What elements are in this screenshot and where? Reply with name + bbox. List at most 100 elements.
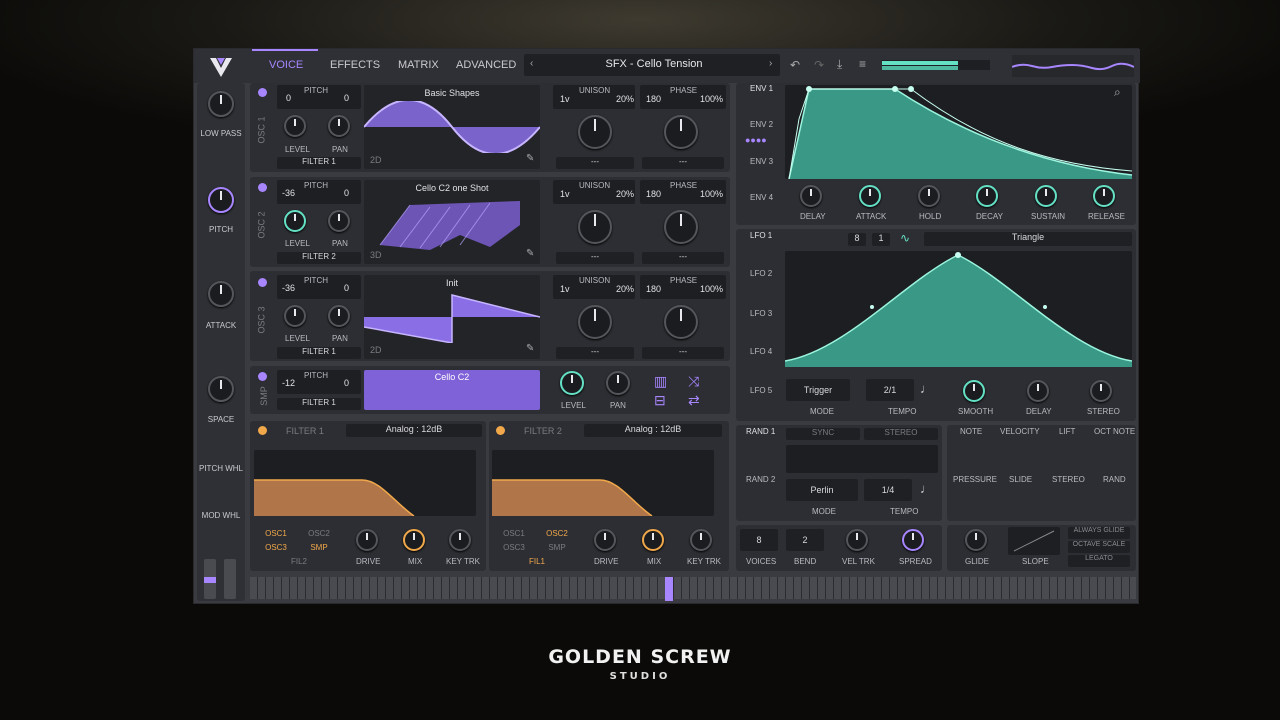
mod-src-stereo[interactable]: STEREO [1052,475,1085,484]
macro-knob-1[interactable] [208,91,234,117]
lfo-delay-knob[interactable] [1027,380,1049,402]
lfo-grid-x[interactable]: 8 [848,233,866,246]
logo-icon[interactable] [208,55,234,79]
osc3-pan-knob[interactable] [328,305,350,327]
filter1-type-selector[interactable]: Analog : 12dB [346,424,482,437]
osc1-phase-value[interactable]: 180 [646,94,661,104]
smp-keytrack-icon[interactable]: ▥ [654,373,667,390]
voices-value[interactable]: 8 [740,529,778,551]
lfo-stereo-knob[interactable] [1090,380,1112,402]
env-zoom-icon[interactable]: ⌕ [1114,85,1121,100]
smp-loop-icon[interactable]: ⊟ [654,392,666,409]
osc2-unison-knob[interactable] [578,210,612,244]
rand-note-icon[interactable]: ♩ [920,481,933,496]
osc3-edit-icon[interactable]: ✎ [526,343,534,354]
filter1-drive-knob[interactable] [356,529,378,551]
preset-prev-icon[interactable]: ‹ [530,58,533,69]
mod-src-oct-note[interactable]: OCT NOTE [1094,427,1135,436]
osc2-unison-mode[interactable]: --- [556,252,634,264]
env-release-knob[interactable] [1093,185,1115,207]
macro-label-3[interactable]: ATTACK [198,321,244,330]
mod-src-slide[interactable]: SLIDE [1009,475,1032,484]
filter1-mix-knob[interactable] [403,529,425,551]
env-decay-knob[interactable] [976,185,998,207]
filter2-src-smp[interactable]: SMP [538,543,576,552]
env-hold-knob[interactable] [918,185,940,207]
rand-tempo-selector[interactable]: 1/4 [864,479,912,501]
osc3-wavetable-name[interactable]: Init [369,278,535,288]
filter1-power-toggle[interactable] [258,426,267,435]
osc2-pitch-fine[interactable]: 0 [344,188,349,198]
osc1-unison-mode[interactable]: --- [556,157,634,169]
rand-tab-2[interactable]: RAND 2 [746,475,775,484]
rand-stereo-button[interactable]: STEREO [864,428,938,440]
undo-icon[interactable]: ↶ [790,58,800,72]
octave-scale-toggle[interactable]: OCTAVE SCALE [1068,541,1130,553]
smp-pitch-coarse[interactable]: -12 [282,378,295,388]
smp-bounce-icon[interactable]: ⇄ [688,392,700,409]
osc1-voices[interactable]: 1v [560,94,570,104]
osc1-filter-route[interactable]: FILTER 1 [277,157,361,169]
smp-random-icon[interactable]: ⤨ [688,373,699,390]
tab-effects[interactable]: EFFECTS [330,59,380,71]
smp-pan-knob[interactable] [606,371,630,395]
osc2-power-toggle[interactable] [258,183,267,192]
rand-sync-button[interactable]: SYNC [786,428,860,440]
osc2-pitch-coarse[interactable]: -36 [282,188,295,198]
filter1-keytrk-knob[interactable] [449,529,471,551]
spread-knob[interactable] [902,529,924,551]
osc3-pitch-coarse[interactable]: -36 [282,283,295,293]
osc3-unison-knob[interactable] [578,305,612,339]
filter2-drive-knob[interactable] [594,529,616,551]
osc3-phase-value[interactable]: 180 [646,284,661,294]
bend-value[interactable]: 2 [786,529,824,551]
pitch-wheel[interactable] [204,559,216,599]
env-sustain-knob[interactable] [1035,185,1057,207]
tab-advanced[interactable]: ADVANCED [456,59,516,71]
osc2-phase-knob[interactable] [664,210,698,244]
filter1-src-osc1[interactable]: OSC1 [257,529,295,538]
tab-voice[interactable]: VOICE [269,59,303,71]
env-tab-4[interactable]: ENV 4 [750,193,773,202]
mod-src-rand[interactable]: RAND [1103,475,1126,484]
lfo-mode-selector[interactable]: Trigger [786,379,850,401]
osc3-level-knob[interactable] [284,305,306,327]
mod-wheel[interactable] [224,559,236,599]
filter1-src-osc3[interactable]: OSC3 [257,543,295,552]
filter2-type-selector[interactable]: Analog : 12dB [584,424,722,437]
lfo-smooth-knob[interactable] [963,380,985,402]
osc1-pitch-coarse[interactable]: 0 [286,93,291,103]
osc1-phase-rand[interactable]: 100% [700,94,723,104]
osc1-pitch-fine[interactable]: 0 [344,93,349,103]
macro-label-4[interactable]: SPACE [198,415,244,424]
osc3-power-toggle[interactable] [258,278,267,287]
osc1-phase-mode[interactable]: --- [642,157,724,169]
osc1-phase-knob[interactable] [664,115,698,149]
vel-trk-knob[interactable] [846,529,868,551]
mod-src-velocity[interactable]: VELOCITY [1000,427,1040,436]
lfo-shape-selector[interactable]: Triangle [924,232,1132,246]
rand-mode-selector[interactable]: Perlin [786,479,858,501]
osc3-phase-rand[interactable]: 100% [700,284,723,294]
lfo-tempo-selector[interactable]: 2/1 [866,379,914,401]
rand-tab-1[interactable]: RAND 1 [746,427,775,436]
mod-src-lift[interactable]: LIFT [1059,427,1075,436]
lfo-tab-4[interactable]: LFO 4 [750,347,772,356]
tab-matrix[interactable]: MATRIX [398,59,439,71]
pitch-wheel-label[interactable]: PITCH WHL [198,464,244,473]
lfo-note-icon[interactable]: ♩ [920,381,933,396]
env-attack-knob[interactable] [859,185,881,207]
osc2-edit-icon[interactable]: ✎ [526,248,534,259]
preset-next-icon[interactable]: › [769,58,772,69]
lfo-smooth-icon[interactable]: ∿ [900,231,910,245]
filter2-src-osc2[interactable]: OSC2 [538,529,576,538]
mod-src-pressure[interactable]: PRESSURE [953,475,997,484]
always-glide-toggle[interactable]: ALWAYS GLIDE [1068,527,1130,539]
macro-label-2[interactable]: PITCH [198,225,244,234]
mod-wheel-label[interactable]: MOD WHL [198,511,244,520]
env-tab-2[interactable]: ENV 2 [750,120,773,129]
osc1-edit-icon[interactable]: ✎ [526,153,534,164]
lfo-tab-3[interactable]: LFO 3 [750,309,772,318]
volume-meter[interactable] [882,60,990,70]
osc3-filter-route[interactable]: FILTER 1 [277,347,361,359]
